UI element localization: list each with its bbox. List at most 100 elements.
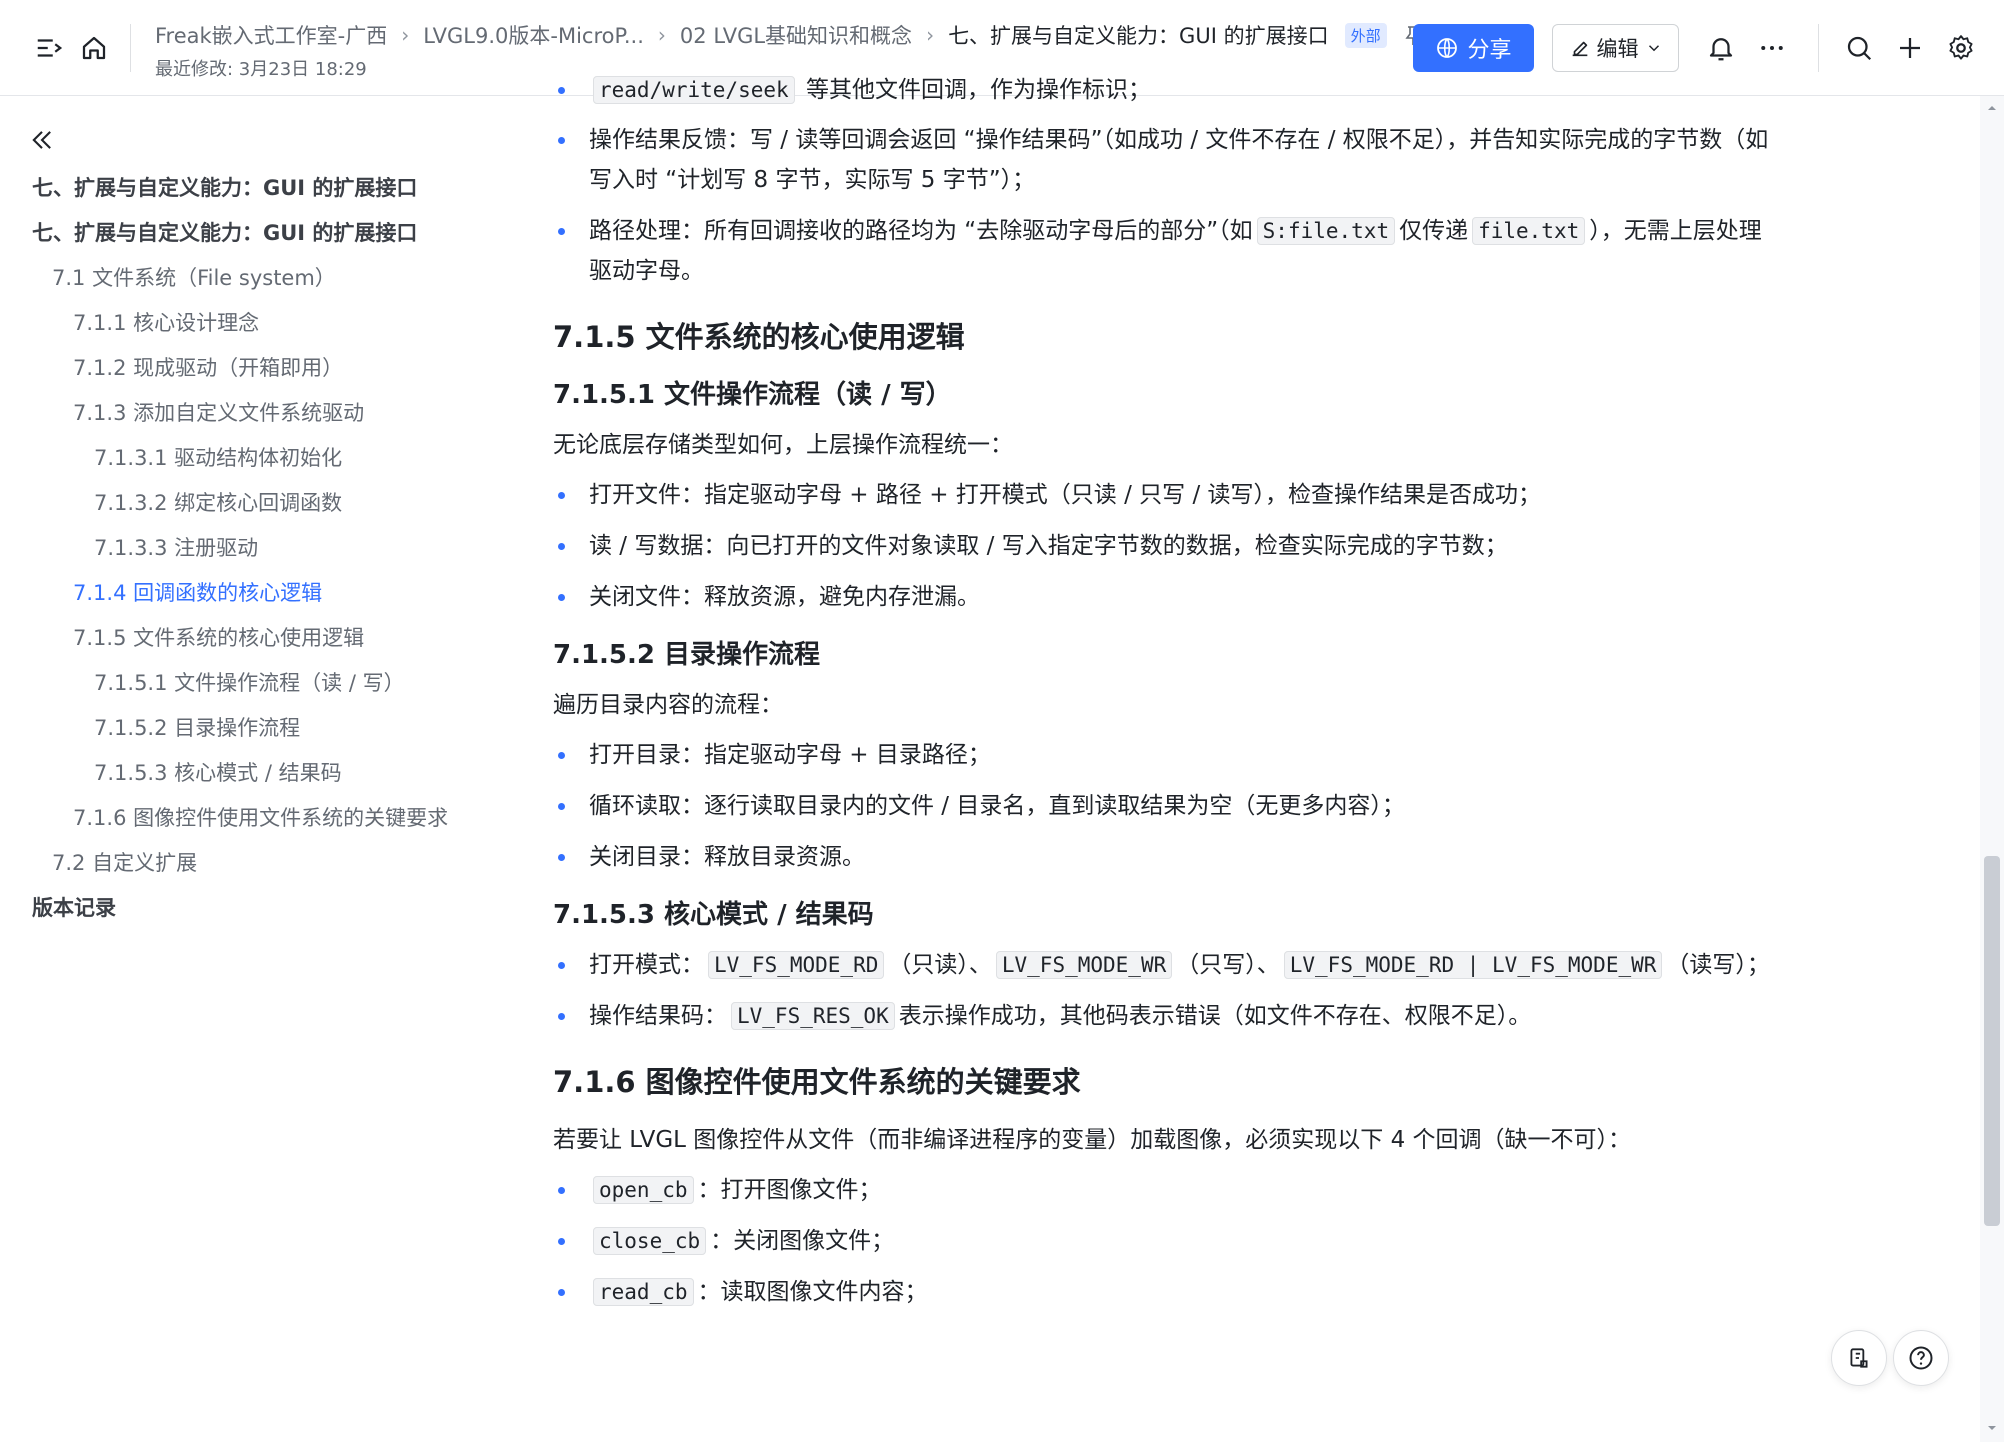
toc-item[interactable]: 七、扩展与自定义能力：GUI 的扩展接口 bbox=[0, 166, 470, 211]
heading-7-1-5-2: 7.1.5.2 目录操作流程 bbox=[553, 640, 821, 670]
external-badge: 外部 bbox=[1344, 22, 1387, 48]
inline-code: open_cb bbox=[593, 1176, 694, 1204]
list-item: read/write/seek 等其他文件回调，作为操作标识； bbox=[553, 70, 1783, 110]
scroll-down-arrow-icon[interactable] bbox=[1986, 1422, 1998, 1434]
inline-code: LV_FS_MODE_RD | LV_FS_MODE_WR bbox=[1283, 951, 1663, 979]
list-text: （只写）、 bbox=[1176, 952, 1280, 978]
heading-7-1-6: 7.1.6 图像控件使用文件系统的关键要求 bbox=[553, 1065, 1081, 1099]
list-text: 操作结果反馈：写 / 读等回调会返回 “操作结果码”（如成功 / 文件不存在 /… bbox=[589, 127, 1769, 193]
paragraph: 若要让 LVGL 图像控件从文件（而非编译进程序的变量）加载图像，必须实现以下 … bbox=[553, 1127, 1632, 1153]
bullet-list: 打开模式： LV_FS_MODE_RD （只读）、 LV_FS_MODE_WR （只写）… bbox=[553, 945, 1783, 1036]
list-text: 仅传递 bbox=[1399, 218, 1469, 244]
toc-item[interactable]: 7.1 文件系统（File system） bbox=[0, 256, 470, 301]
toc-toggle-icon[interactable] bbox=[34, 33, 64, 63]
inline-code: LV_FS_MODE_RD bbox=[708, 951, 885, 979]
share-label: 分享 bbox=[1467, 38, 1512, 63]
toc-item[interactable]: 7.1.3.2 绑定核心回调函数 bbox=[0, 481, 470, 526]
home-icon[interactable] bbox=[79, 33, 109, 63]
share-button[interactable]: 分享 bbox=[1413, 24, 1534, 72]
list-text: ：关闭图像文件； bbox=[710, 1228, 895, 1254]
divider bbox=[130, 24, 131, 72]
divider bbox=[1818, 24, 1819, 72]
toc-item[interactable]: 版本记录 bbox=[0, 886, 470, 931]
list-item: 关闭目录：释放目录资源。 bbox=[553, 837, 1783, 877]
doc-outline-button[interactable] bbox=[1831, 1330, 1887, 1386]
paragraph: 无论底层存储类型如何，上层操作流程统一： bbox=[553, 432, 1013, 458]
breadcrumb-item-chapter[interactable]: 02 LVGL基础知识和概念 bbox=[680, 20, 912, 50]
scroll-up-arrow-icon[interactable] bbox=[1986, 102, 1998, 114]
last-modified: 最近修改: 3月23日 18:29 bbox=[155, 59, 367, 80]
list-item: read_cb ：读取图像文件内容； bbox=[553, 1272, 1783, 1312]
list-text: （读写）； bbox=[1666, 952, 1770, 978]
heading-7-1-5-1: 7.1.5.1 文件操作流程（读 / 写） bbox=[553, 380, 952, 410]
list-item: 路径处理：所有回调接收的路径均为 “去除驱动字母后的部分”（如 S:file.tx… bbox=[553, 211, 1783, 291]
toc-item[interactable]: 7.1.1 核心设计理念 bbox=[0, 301, 470, 346]
inline-code: LV_FS_MODE_WR bbox=[995, 951, 1173, 979]
document-icon bbox=[1850, 1348, 1868, 1368]
heading-7-1-5: 7.1.5 文件系统的核心使用逻辑 bbox=[553, 320, 965, 354]
heading-7-1-5-3: 7.1.5.3 核心模式 / 结果码 bbox=[553, 900, 874, 930]
list-item: open_cb ：打开图像文件； bbox=[553, 1170, 1783, 1210]
bullet-list: read/write/seek 等其他文件回调，作为操作标识； bbox=[553, 70, 1783, 110]
list-text: 表示操作成功，其他码表示错误（如文件不存在、权限不足）。 bbox=[898, 1003, 1532, 1029]
more-icon[interactable] bbox=[1757, 33, 1787, 63]
toc-item[interactable]: 7.2 自定义扩展 bbox=[0, 841, 470, 886]
globe-icon bbox=[1437, 38, 1458, 58]
inline-code: read_cb bbox=[593, 1278, 694, 1306]
toc-item[interactable]: 7.1.6 图像控件使用文件系统的关键要求 bbox=[0, 796, 470, 841]
list-item: 打开模式： LV_FS_MODE_RD （只读）、 LV_FS_MODE_WR （只写）… bbox=[553, 945, 1783, 985]
bullet-list: 操作结果反馈：写 / 读等回调会返回 “操作结果码”（如成功 / 文件不存在 /… bbox=[553, 120, 1783, 291]
gear-icon[interactable] bbox=[1946, 33, 1976, 63]
toc-item[interactable]: 7.1.5 文件系统的核心使用逻辑 bbox=[0, 616, 470, 661]
toc-item[interactable]: 7.1.2 现成驱动（开箱即用） bbox=[0, 346, 470, 391]
scrollbar-thumb[interactable] bbox=[1984, 856, 2000, 1226]
toc-sidebar: 七、扩展与自定义能力：GUI 的扩展接口 七、扩展与自定义能力：GUI 的扩展接口… bbox=[0, 96, 470, 1442]
list-text: 路径处理：所有回调接收的路径均为 “去除驱动字母后的部分”（如 bbox=[589, 218, 1253, 244]
list-item: 打开文件：指定驱动字母 + 路径 + 打开模式（只读 / 只写 / 读写），检查… bbox=[553, 475, 1783, 515]
bullet-list: 打开目录：指定驱动字母 + 目录路径； 循环读取：逐行读取目录内的文件 / 目录… bbox=[553, 735, 1783, 877]
breadcrumb-item-current: 七、扩展与自定义能力：GUI 的扩展接口 bbox=[948, 24, 1329, 48]
help-button[interactable] bbox=[1893, 1330, 1949, 1386]
inline-code: file.txt bbox=[1472, 217, 1586, 245]
pencil-icon bbox=[1572, 41, 1587, 57]
list-item: 操作结果反馈：写 / 读等回调会返回 “操作结果码”（如成功 / 文件不存在 /… bbox=[553, 120, 1783, 200]
list-item: close_cb ：关闭图像文件； bbox=[553, 1221, 1783, 1261]
list-text: 操作结果码： bbox=[589, 1003, 727, 1029]
list-text: 打开模式： bbox=[589, 952, 704, 978]
toc-item[interactable]: 7.1.3 添加自定义文件系统驱动 bbox=[0, 391, 470, 436]
inline-code: S:file.txt bbox=[1256, 217, 1396, 245]
breadcrumb-item-book[interactable]: LVGL9.0版本-MicroP... bbox=[423, 20, 644, 50]
edit-button[interactable]: 编辑 bbox=[1552, 24, 1679, 72]
toc-item[interactable]: 7.1.3.3 注册驱动 bbox=[0, 526, 470, 571]
list-item: 关闭文件：释放资源，避免内存泄漏。 bbox=[553, 577, 1783, 617]
chevron-right-icon: › bbox=[926, 23, 935, 47]
chevron-right-icon: › bbox=[401, 23, 410, 47]
toc-item[interactable]: 7.1.5.2 目录操作流程 bbox=[0, 706, 470, 751]
inline-code: LV_FS_RES_OK bbox=[731, 1002, 895, 1030]
document-content: read/write/seek 等其他文件回调，作为操作标识； 操作结果反馈：写… bbox=[553, 70, 1783, 1442]
toc-item[interactable]: 7.1.5.1 文件操作流程（读 / 写） bbox=[0, 661, 470, 706]
list-item: 循环读取：逐行读取目录内的文件 / 目录名，直到读取结果为空（无更多内容）； bbox=[553, 786, 1783, 826]
list-item: 操作结果码： LV_FS_RES_OK 表示操作成功，其他码表示错误（如文件不存在、… bbox=[553, 996, 1783, 1036]
search-icon[interactable] bbox=[1844, 33, 1874, 63]
plus-icon[interactable] bbox=[1895, 33, 1925, 63]
toc-item[interactable]: 7.1.5.3 核心模式 / 结果码 bbox=[0, 751, 470, 796]
vertical-scrollbar[interactable] bbox=[1980, 96, 2004, 1442]
inline-code: close_cb bbox=[593, 1227, 707, 1255]
list-text: 等其他文件回调，作为操作标识； bbox=[805, 77, 1151, 103]
question-icon bbox=[1909, 1346, 1933, 1370]
breadcrumb-item-workspace[interactable]: Freak嵌入式工作室-广西 bbox=[155, 20, 387, 50]
toc-list: 七、扩展与自定义能力：GUI 的扩展接口 七、扩展与自定义能力：GUI 的扩展接口… bbox=[0, 166, 470, 931]
toc-item[interactable]: 七、扩展与自定义能力：GUI 的扩展接口 bbox=[0, 211, 470, 256]
bullet-list: 打开文件：指定驱动字母 + 路径 + 打开模式（只读 / 只写 / 读写），检查… bbox=[553, 475, 1783, 617]
list-text: ：打开图像文件； bbox=[697, 1177, 882, 1203]
toc-item[interactable]: 7.1.4 回调函数的核心逻辑 bbox=[0, 571, 470, 616]
collapse-sidebar-icon[interactable] bbox=[28, 126, 56, 154]
list-item: 打开目录：指定驱动字母 + 目录路径； bbox=[553, 735, 1783, 775]
chevron-right-icon: › bbox=[657, 23, 666, 47]
breadcrumb: Freak嵌入式工作室-广西 › LVGL9.0版本-MicroP... › 0… bbox=[155, 20, 1423, 50]
toc-item[interactable]: 7.1.3.1 驱动结构体初始化 bbox=[0, 436, 470, 481]
paragraph: 遍历目录内容的流程： bbox=[553, 692, 783, 718]
inline-code: read/write/seek bbox=[593, 76, 795, 104]
bell-icon[interactable] bbox=[1706, 33, 1736, 63]
